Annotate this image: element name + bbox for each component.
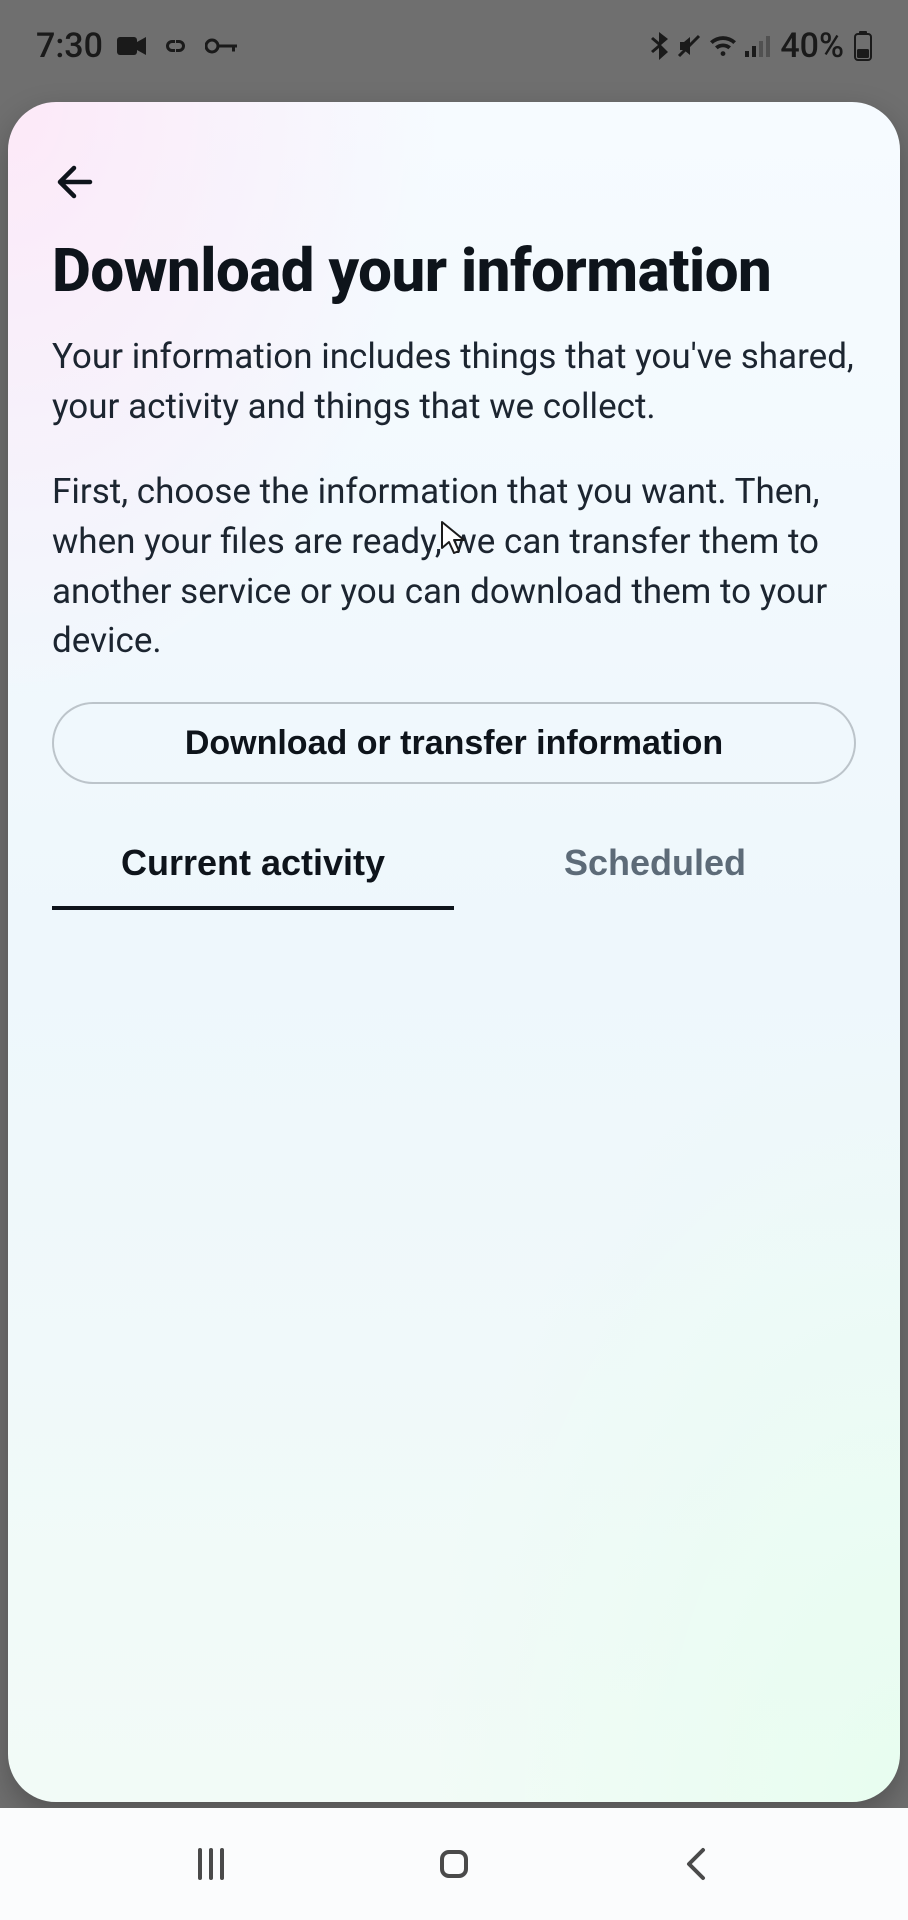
- activity-tabs: Current activity Scheduled: [52, 826, 856, 910]
- nav-home-button[interactable]: [419, 1836, 489, 1892]
- chevron-left-icon: [677, 1844, 717, 1884]
- android-navbar: [0, 1808, 908, 1920]
- link-icon: [161, 35, 191, 57]
- intro-paragraph-1: Your information includes things that yo…: [52, 332, 856, 431]
- signal-icon: [744, 34, 770, 58]
- home-icon: [434, 1844, 474, 1884]
- status-left: 7:30: [36, 26, 239, 66]
- arrow-left-icon: [52, 160, 96, 204]
- back-button[interactable]: [52, 152, 112, 212]
- status-right: 40%: [650, 26, 872, 66]
- nav-recent-button[interactable]: [176, 1836, 246, 1892]
- wifi-icon: [708, 34, 738, 58]
- mute-icon: [676, 33, 702, 59]
- recent-apps-icon: [191, 1844, 231, 1884]
- tab-current-activity[interactable]: Current activity: [52, 826, 454, 910]
- status-bar: 7:30 40%: [0, 0, 908, 92]
- download-transfer-button-label: Download or transfer information: [185, 724, 723, 763]
- page-title: Download your information: [52, 238, 856, 304]
- battery-percent: 40%: [780, 26, 844, 66]
- download-transfer-button[interactable]: Download or transfer information: [52, 702, 856, 784]
- tab-scheduled[interactable]: Scheduled: [454, 826, 856, 910]
- key-icon: [205, 37, 239, 55]
- bluetooth-icon: [650, 31, 670, 61]
- status-time: 7:30: [36, 26, 103, 66]
- battery-icon: [854, 31, 872, 61]
- download-info-modal: Download your information Your informati…: [8, 102, 900, 1802]
- camera-icon: [117, 35, 147, 57]
- nav-back-button[interactable]: [662, 1836, 732, 1892]
- intro-paragraph-2: First, choose the information that you w…: [52, 467, 856, 666]
